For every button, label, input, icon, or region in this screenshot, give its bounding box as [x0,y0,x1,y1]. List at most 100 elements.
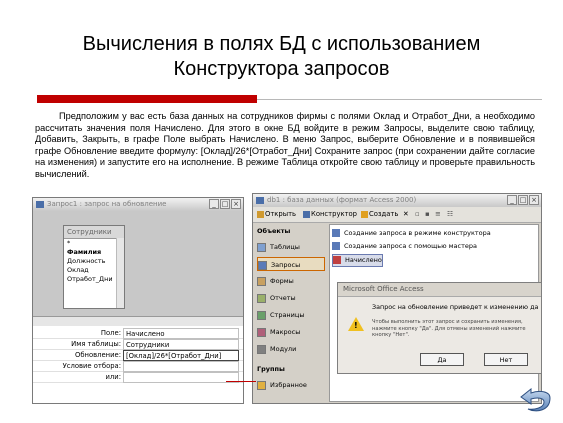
list-item-label: Создание запроса с помощью мастера [344,242,477,250]
grid-cell-criteria[interactable] [123,361,239,372]
create-button[interactable]: Создать [361,207,398,222]
nav-item-label: Страницы [270,311,305,319]
nav-item-label: Модули [270,345,297,353]
create-button-label: Создать [369,210,399,218]
table-field-list[interactable]: Сотрудники * Фамилия Должность Оклад Отр… [63,225,125,309]
module-icon [257,344,266,354]
field-list-scrollbar[interactable] [116,238,124,308]
grid-row-field: Поле: Начислено [33,328,243,339]
form-icon [257,276,266,286]
details-view-icon[interactable]: ☷ [447,207,453,222]
no-button[interactable]: Нет [484,353,528,366]
field-item[interactable]: Должность [64,257,124,266]
nav-item-label: Таблицы [270,243,300,251]
groups-header[interactable]: Группы [257,362,325,376]
query-window-title: Запрос1 : запрос на обновление [47,200,167,208]
nav-item-reports[interactable]: Отчеты [257,291,325,305]
close-icon[interactable]: × [231,199,241,209]
yes-button[interactable]: Да [420,353,464,366]
dialog-title: Microsoft Office Access [338,283,541,297]
list-item-label: Создание запроса в режиме конструктора [344,229,491,237]
grid-row-update: Обновление: [Оклад]/26*[Отработ_Дни] [33,350,243,361]
slide-title-line-1: Вычисления в полях БД с использованием [82,33,481,55]
pointer-line [226,381,256,382]
grid-label: Поле: [100,329,121,337]
warning-mark: ! [354,321,358,330]
list-view-icon[interactable]: ≡ [435,207,441,222]
grid-row-or: или: [33,372,243,383]
db-window-titlebar[interactable]: db1 : база данных (формат Access 2000) _… [253,194,541,207]
database-icon [256,197,264,204]
favorites-icon [257,380,266,390]
grid-label: или: [105,373,121,381]
nav-item-modules[interactable]: Модули [257,342,325,356]
dialog-message: Запрос на обновление приведет к изменени… [372,303,538,311]
grid-label: Обновление: [74,351,121,359]
query-icon [258,260,267,270]
dialog-detail: Чтобы выполнить этот запрос и сохранить … [372,319,526,338]
list-item-selected[interactable]: Начислено [332,254,383,267]
objects-bar: Объекты Таблицы Запросы Формы Отчеты Стр… [255,224,327,402]
list-item[interactable]: Создание запроса с помощью мастера [332,241,477,252]
minimize-icon[interactable]: _ [209,199,219,209]
nav-item-favorites[interactable]: Избранное [257,378,325,392]
slide-title: Вычисления в полях БД с использованием К… [20,32,543,82]
table-area: Сотрудники * Фамилия Должность Оклад Отр… [33,211,243,316]
list-item[interactable]: Создание запроса в режиме конструктора [332,228,491,239]
open-button[interactable]: Открыть [257,207,296,222]
grid-cell-update[interactable]: [Оклад]/26*[Отработ_Дни] [123,350,239,361]
grid-cell-or[interactable] [123,372,239,383]
design-button-label: Конструктор [311,210,357,218]
macro-icon [257,327,266,337]
nav-item-label: Формы [270,277,294,285]
instruction-paragraph: Предположим у вас есть база данных на со… [35,111,535,179]
nav-item-forms[interactable]: Формы [257,274,325,288]
maximize-icon[interactable]: □ [518,195,528,205]
db-toolbar: Открыть Конструктор Создать ✕ ▫ ▪ ≡ ☷ [253,207,541,223]
return-arrow-icon[interactable] [519,388,553,414]
close-icon[interactable]: × [529,195,539,205]
minimize-icon[interactable]: _ [507,195,517,205]
list-item-label: Начислено [345,256,382,264]
accent-bar [37,95,257,103]
objects-header[interactable]: Объекты [257,224,325,238]
db-window-title: db1 : база данных (формат Access 2000) [267,196,417,204]
grid-label: Имя таблицы: [71,340,121,348]
field-item[interactable]: Фамилия [64,248,124,257]
field-item[interactable]: Отработ_Дни [64,275,124,284]
design-button[interactable]: Конструктор [303,207,357,222]
slide-title-line-2: Конструктора запросов [173,58,390,80]
field-item[interactable]: * [64,239,124,248]
grid-cell-field[interactable]: Начислено [123,328,239,339]
open-button-label: Открыть [265,210,297,218]
table-icon [257,242,266,252]
page-icon [257,310,266,320]
nav-item-queries[interactable]: Запросы [257,257,325,271]
design-icon [303,210,310,218]
delete-icon[interactable]: ✕ [403,207,409,222]
small-icons-icon[interactable]: ▪ [425,207,430,222]
wizard-icon [332,229,340,237]
field-item[interactable]: Оклад [64,266,124,275]
grid-cell-table[interactable]: Сотрудники [123,339,239,350]
update-query-icon [333,256,341,264]
create-icon [361,210,368,218]
nav-item-label: Макросы [270,328,301,336]
divider-line [257,99,542,100]
nav-item-label: Запросы [271,261,301,269]
report-icon [257,293,266,303]
grid-row-criteria: Условие отбора: [33,361,243,372]
grid-label: Условие отбора: [62,362,121,370]
nav-item-macros[interactable]: Макросы [257,325,325,339]
large-icons-icon[interactable]: ▫ [415,207,420,222]
confirm-dialog: Microsoft Office Access ! Запрос на обно… [337,282,542,374]
query-window-titlebar[interactable]: Запрос1 : запрос на обновление _ □ × [33,198,243,211]
grid-row-table: Имя таблицы: Сотрудники [33,339,243,350]
nav-item-tables[interactable]: Таблицы [257,240,325,254]
table-field-list-title: Сотрудники [64,226,124,239]
wizard-icon [332,242,340,250]
maximize-icon[interactable]: □ [220,199,230,209]
nav-item-label: Отчеты [270,294,296,302]
nav-item-pages[interactable]: Страницы [257,308,325,322]
query-design-grid: Поле: Начислено Имя таблицы: Сотрудники … [33,326,243,403]
